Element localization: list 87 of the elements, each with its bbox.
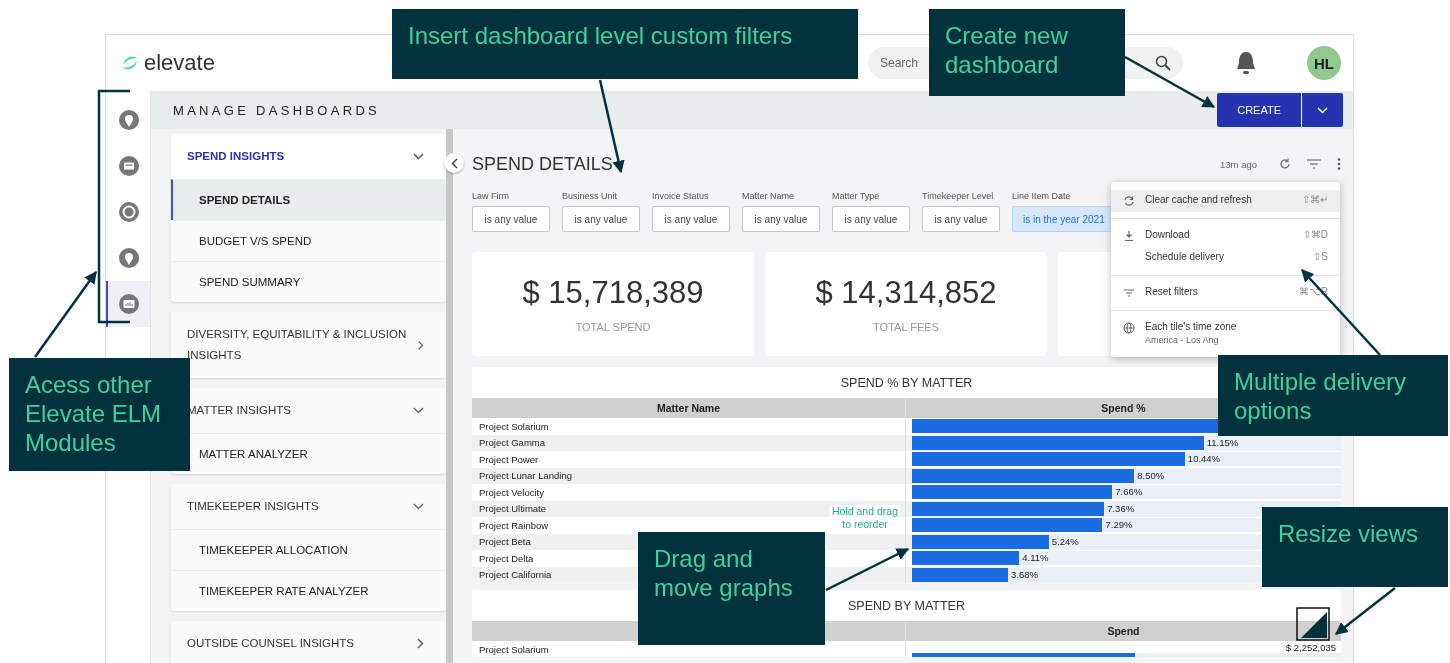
annotation-tooltip: Create new dashboard: [929, 9, 1125, 96]
filter-label: Matter Type: [832, 191, 881, 201]
pin-icon[interactable]: [119, 110, 139, 130]
globe-icon: [1123, 322, 1135, 334]
filter-label: Timekeeper Level: [922, 191, 995, 201]
column-header: Matter Name: [657, 402, 720, 414]
refresh-icon: [1123, 195, 1135, 207]
filter-icon: [1123, 287, 1135, 299]
ring-icon[interactable]: [119, 202, 139, 222]
filter-field[interactable]: is any value: [562, 206, 640, 232]
spend-value: $ 2,252,035: [1285, 642, 1336, 653]
search-icon: [1155, 55, 1171, 71]
refresh-icon[interactable]: [1279, 158, 1291, 170]
scrollbar[interactable]: [446, 129, 453, 663]
module-rail-item[interactable]: [106, 281, 150, 327]
menu-item-subtitle: America - Los Ang: [1145, 335, 1220, 345]
annotation-tooltip: Multiple delivery options: [1218, 355, 1448, 436]
filter-field[interactable]: is any value: [922, 206, 1000, 232]
chevron-left-icon: [450, 157, 458, 169]
filter-label: Law Firm: [472, 191, 510, 201]
filter-label: Matter Name: [742, 191, 795, 201]
avatar[interactable]: HL: [1307, 46, 1341, 80]
bar-value-label: 3.68%: [1011, 568, 1039, 580]
annotation-tooltip: Insert dashboard level custom filters: [392, 9, 858, 79]
filter-icon[interactable]: [1305, 159, 1323, 169]
callout-arrow: [1335, 587, 1396, 635]
download-icon: [1123, 230, 1135, 242]
table-cell: Project Gamma: [472, 434, 906, 451]
updated-label: 13m ago: [1220, 158, 1257, 170]
hint-tooltip: Hold and drag to reorder: [830, 505, 900, 531]
filter-label: Business Unit: [562, 191, 619, 201]
bar-value-label: 7.36%: [1107, 502, 1135, 514]
filter-field[interactable]: is any value: [472, 206, 550, 232]
chevron-down-icon: [413, 407, 424, 414]
kpi-value: $ 14,314,852: [815, 275, 997, 311]
nav-group-header[interactable]: DIVERSITY, EQUITABILITY & INCLUSION INSIGHTS: [171, 312, 446, 378]
chart-icon[interactable]: [119, 294, 139, 314]
dashboard-title: SPEND DETAILS: [472, 153, 614, 175]
bar-value-label: 11.15%: [1206, 436, 1239, 448]
shortcut-label: ⇧S: [1313, 251, 1328, 262]
column-header: Spend %: [1101, 402, 1146, 414]
filter-label: Invoice Status: [652, 191, 710, 201]
bar-value-label: 10.44%: [1187, 453, 1221, 465]
logo-text: elevate: [144, 50, 215, 76]
bar-value-label: 4.11%: [1022, 552, 1049, 564]
kpi-label: TOTAL FEES: [873, 321, 939, 333]
chevron-down-icon: [413, 503, 424, 510]
tile-title: SPEND BY MATTER: [848, 598, 965, 613]
chevron-down-icon: [413, 153, 424, 160]
table-cell: Project Solarium: [472, 418, 906, 435]
column-header: Spend: [1107, 625, 1140, 637]
annotation-tooltip: Acess other Elevate ELM Modules: [9, 358, 190, 471]
nav-group-header[interactable]: TIMEKEEPER INSIGHTS: [171, 484, 446, 529]
card-icon[interactable]: [119, 156, 139, 176]
chevron-right-icon: [417, 638, 424, 649]
filter-label: Line Item Date: [1012, 191, 1072, 201]
resize-handle-icon[interactable]: [1296, 607, 1332, 643]
annotation-tooltip: Resize views: [1262, 507, 1448, 587]
bar-value-label: 5.24%: [1051, 535, 1079, 547]
nav-group-header[interactable]: SPEND INSIGHTS: [171, 134, 446, 179]
filter-field[interactable]: is any value: [652, 206, 730, 232]
chevron-down-icon: [1317, 106, 1328, 114]
bar-value-label: 8.50%: [1137, 469, 1165, 481]
filter-field[interactable]: is any value: [742, 206, 820, 232]
create-split-button[interactable]: CREATE: [1217, 93, 1343, 127]
menu-item[interactable]: Clear cache and refresh ⇧⌘↵: [1111, 190, 1340, 212]
shortcut-label: ⇧⌘D: [1302, 229, 1328, 240]
tile-title: SPEND % BY MATTER: [840, 375, 973, 390]
bar-value-label: 7.66%: [1115, 486, 1143, 498]
chevron-right-icon: [418, 339, 424, 351]
menu-item[interactable]: Schedule delivery ⇧S: [1111, 247, 1340, 269]
bar-value-label: 7.29%: [1105, 519, 1133, 531]
bell-icon[interactable]: [1235, 50, 1257, 76]
more-icon[interactable]: [1337, 158, 1341, 170]
menu-item[interactable]: Each tile's time zone America - Los Ang: [1111, 317, 1340, 349]
kpi-label: TOTAL SPEND: [575, 321, 651, 333]
shortcut-label: ⇧⌘↵: [1302, 194, 1328, 205]
table-cell: Project Power: [472, 451, 906, 468]
page-title: MANAGE DASHBOARDS: [173, 102, 382, 118]
nav-group-header[interactable]: OUTSIDE COUNSEL INSIGHTS: [171, 621, 446, 663]
pin-icon[interactable]: [119, 248, 139, 268]
filter-field[interactable]: is any value: [832, 206, 910, 232]
logo-icon: [121, 54, 139, 72]
nav-item[interactable]: SPEND DETAILS: [171, 179, 446, 220]
table-cell: Project Lunar Landing: [472, 467, 906, 484]
kpi-value: $ 15,718,389: [522, 275, 704, 311]
table-cell: Project Velocity: [472, 484, 906, 501]
